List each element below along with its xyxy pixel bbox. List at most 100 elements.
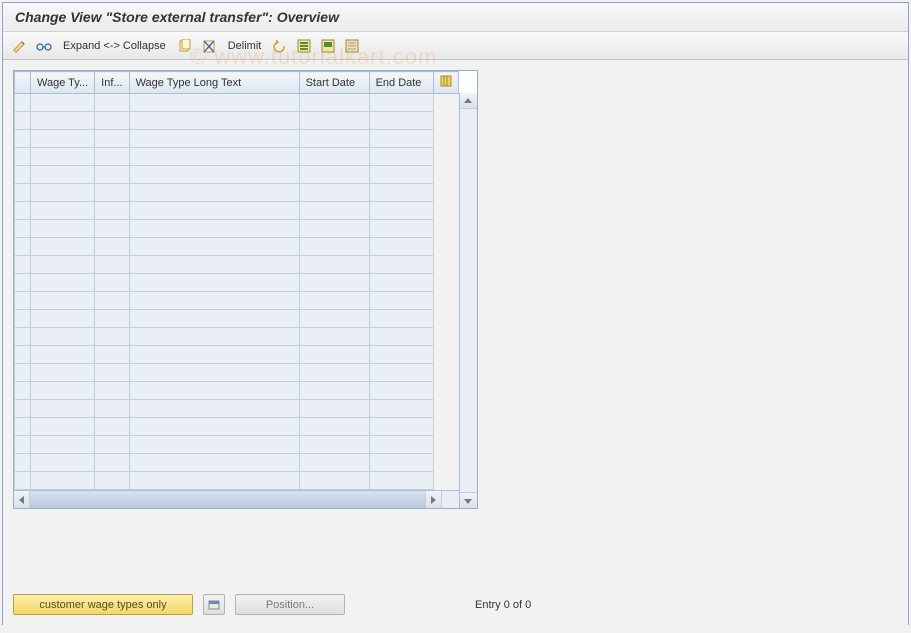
cell[interactable] <box>299 148 369 166</box>
row-selector-header[interactable] <box>15 72 31 94</box>
cell[interactable] <box>299 94 369 112</box>
cell[interactable] <box>129 184 299 202</box>
table-row[interactable] <box>15 94 459 112</box>
cell[interactable] <box>95 220 129 238</box>
scroll-down-icon[interactable] <box>460 492 477 508</box>
position-icon-button[interactable] <box>203 594 225 615</box>
col-inf[interactable]: Inf... <box>95 72 129 94</box>
cell[interactable] <box>129 130 299 148</box>
cell[interactable] <box>299 184 369 202</box>
cell[interactable] <box>31 472 95 490</box>
table-row[interactable] <box>15 346 459 364</box>
cell[interactable] <box>299 238 369 256</box>
cell[interactable] <box>299 382 369 400</box>
scroll-up-icon[interactable] <box>460 93 477 109</box>
cell[interactable] <box>369 472 433 490</box>
cell[interactable] <box>299 418 369 436</box>
cell[interactable] <box>369 238 433 256</box>
cell[interactable] <box>95 310 129 328</box>
cell[interactable] <box>299 274 369 292</box>
cell[interactable] <box>299 328 369 346</box>
cell[interactable] <box>95 292 129 310</box>
cell[interactable] <box>129 202 299 220</box>
table-row[interactable] <box>15 436 459 454</box>
cell[interactable] <box>31 112 95 130</box>
row-selector[interactable] <box>15 130 31 148</box>
cell[interactable] <box>299 454 369 472</box>
cell[interactable] <box>95 328 129 346</box>
scroll-right-icon[interactable] <box>425 491 441 508</box>
cell[interactable] <box>129 310 299 328</box>
cell[interactable] <box>129 94 299 112</box>
cell[interactable] <box>31 292 95 310</box>
row-selector[interactable] <box>15 166 31 184</box>
table-row[interactable] <box>15 292 459 310</box>
cell[interactable] <box>95 112 129 130</box>
cell[interactable] <box>369 364 433 382</box>
row-selector[interactable] <box>15 310 31 328</box>
cell[interactable] <box>299 292 369 310</box>
position-button[interactable]: Position... <box>235 594 345 615</box>
cell[interactable] <box>369 436 433 454</box>
table-row[interactable] <box>15 256 459 274</box>
cell[interactable] <box>95 454 129 472</box>
customer-wage-types-button[interactable]: customer wage types only <box>13 594 193 615</box>
cell[interactable] <box>129 454 299 472</box>
row-selector[interactable] <box>15 292 31 310</box>
cell[interactable] <box>299 364 369 382</box>
cell[interactable] <box>299 112 369 130</box>
cell[interactable] <box>369 400 433 418</box>
cell[interactable] <box>299 166 369 184</box>
cell[interactable] <box>31 184 95 202</box>
undo-icon[interactable] <box>271 37 289 55</box>
copy-icon[interactable] <box>176 37 194 55</box>
cell[interactable] <box>129 346 299 364</box>
cell[interactable] <box>95 418 129 436</box>
cell[interactable] <box>95 238 129 256</box>
table-row[interactable] <box>15 454 459 472</box>
cell[interactable] <box>31 310 95 328</box>
table-row[interactable] <box>15 328 459 346</box>
cell[interactable] <box>129 400 299 418</box>
row-selector[interactable] <box>15 436 31 454</box>
row-selector[interactable] <box>15 274 31 292</box>
cell[interactable] <box>129 238 299 256</box>
cell[interactable] <box>299 130 369 148</box>
cell[interactable] <box>369 292 433 310</box>
cell[interactable] <box>95 202 129 220</box>
cell[interactable] <box>31 148 95 166</box>
grid-table[interactable]: Wage Ty... Inf... Wage Type Long Text St… <box>14 71 459 490</box>
cell[interactable] <box>369 112 433 130</box>
cell[interactable] <box>299 202 369 220</box>
cell[interactable] <box>369 418 433 436</box>
cell[interactable] <box>129 292 299 310</box>
cell[interactable] <box>129 436 299 454</box>
cell[interactable] <box>299 346 369 364</box>
scroll-left-icon[interactable] <box>14 491 30 508</box>
table-row[interactable] <box>15 472 459 490</box>
cell[interactable] <box>369 130 433 148</box>
horizontal-scrollbar[interactable] <box>14 490 459 508</box>
table-row[interactable] <box>15 148 459 166</box>
cell[interactable] <box>369 148 433 166</box>
table-row[interactable] <box>15 364 459 382</box>
cell[interactable] <box>31 436 95 454</box>
vertical-scrollbar[interactable] <box>459 93 477 508</box>
row-selector[interactable] <box>15 238 31 256</box>
row-selector[interactable] <box>15 220 31 238</box>
cell[interactable] <box>369 256 433 274</box>
cell[interactable] <box>31 346 95 364</box>
cell[interactable] <box>31 166 95 184</box>
glasses-icon[interactable] <box>35 37 53 55</box>
deselect-all-icon[interactable] <box>343 37 361 55</box>
row-selector[interactable] <box>15 454 31 472</box>
configure-columns-icon[interactable] <box>433 72 458 94</box>
cell[interactable] <box>369 310 433 328</box>
cell[interactable] <box>31 94 95 112</box>
cell[interactable] <box>299 310 369 328</box>
table-row[interactable] <box>15 220 459 238</box>
row-selector[interactable] <box>15 400 31 418</box>
cell[interactable] <box>95 436 129 454</box>
table-row[interactable] <box>15 184 459 202</box>
cell[interactable] <box>369 94 433 112</box>
